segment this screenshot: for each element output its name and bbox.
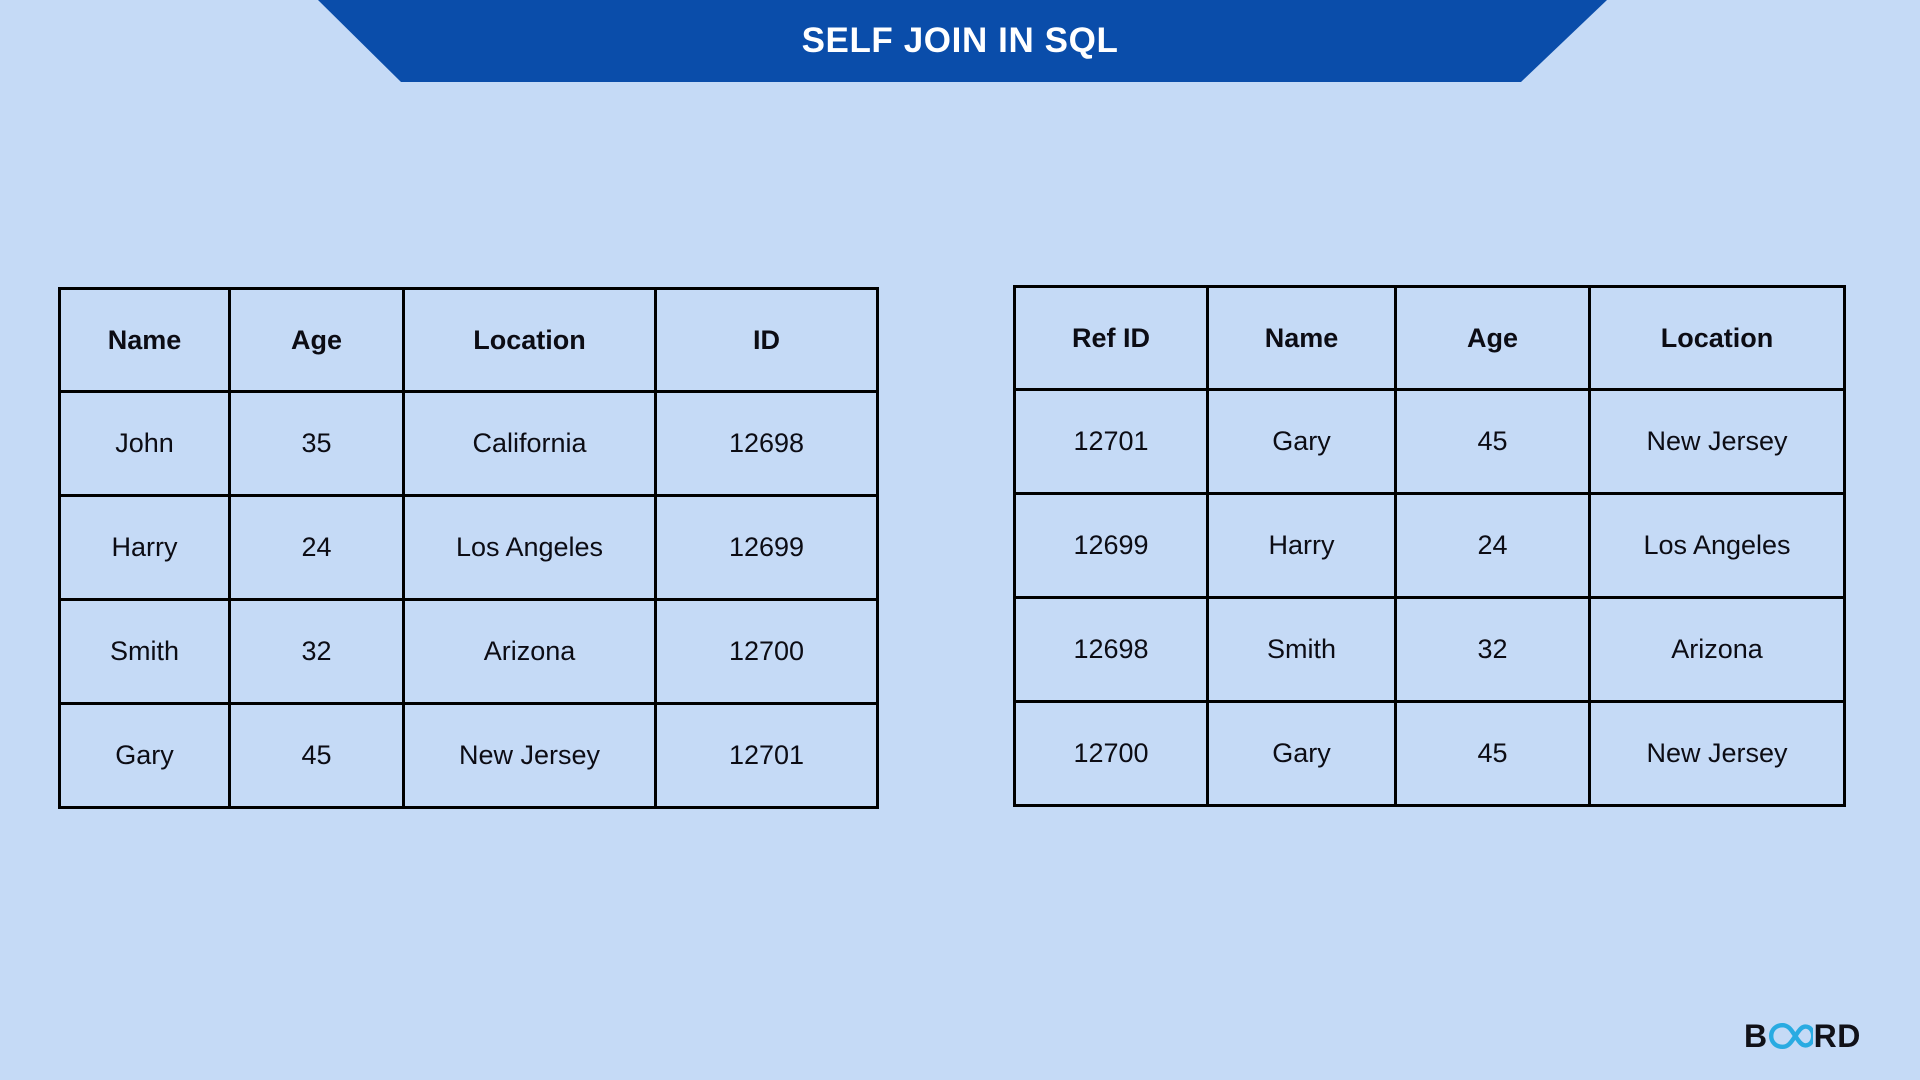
page-title: SELF JOIN IN SQL <box>801 21 1119 60</box>
table-row: John 35 California 12698 <box>58 390 879 497</box>
table-row: Gary 45 New Jersey 12701 <box>58 702 879 809</box>
cell-id: 12700 <box>654 598 879 705</box>
header-banner: SELF JOIN IN SQL <box>0 0 1920 82</box>
cell-age: 24 <box>1394 492 1591 599</box>
table-row: Smith 32 Arizona 12700 <box>58 598 879 705</box>
column-header-location: Location <box>402 287 657 393</box>
cell-location: Los Angeles <box>402 494 657 601</box>
column-header-location: Location <box>1588 285 1846 391</box>
cell-age: 32 <box>228 598 405 705</box>
cell-age: 35 <box>228 390 405 497</box>
board-logo: B RD <box>1744 1016 1861 1056</box>
cell-name: Smith <box>58 598 231 705</box>
column-header-ref-id: Ref ID <box>1013 285 1209 391</box>
cell-ref-id: 12698 <box>1013 596 1209 703</box>
column-header-id: ID <box>654 287 879 393</box>
cell-ref-id: 12701 <box>1013 388 1209 495</box>
cell-location: Arizona <box>402 598 657 705</box>
table-header-row: Name Age Location ID <box>58 287 879 393</box>
reference-table: Ref ID Name Age Location 12701 Gary 45 N… <box>1013 285 1846 807</box>
logo-prefix-text: B <box>1744 1018 1768 1054</box>
cell-name: John <box>58 390 231 497</box>
cell-age: 45 <box>1394 388 1591 495</box>
cell-name: Harry <box>1206 492 1397 599</box>
employee-table: Name Age Location ID John 35 California … <box>58 287 879 809</box>
page-canvas: SELF JOIN IN SQL Name Age Location ID Jo… <box>0 0 1920 1080</box>
cell-name: Gary <box>1206 388 1397 495</box>
cell-name: Gary <box>1206 700 1397 807</box>
cell-location: New Jersey <box>1588 700 1846 807</box>
column-header-name: Name <box>1206 285 1397 391</box>
cell-id: 12698 <box>654 390 879 497</box>
table-row: 12698 Smith 32 Arizona <box>1013 596 1846 703</box>
column-header-age: Age <box>1394 285 1591 391</box>
cell-location: New Jersey <box>402 702 657 809</box>
cell-ref-id: 12699 <box>1013 492 1209 599</box>
infinity-icon <box>1768 1021 1813 1051</box>
cell-id: 12701 <box>654 702 879 809</box>
column-header-age: Age <box>228 287 405 393</box>
cell-name: Smith <box>1206 596 1397 703</box>
cell-location: Los Angeles <box>1588 492 1846 599</box>
cell-ref-id: 12700 <box>1013 700 1209 807</box>
cell-name: Gary <box>58 702 231 809</box>
column-header-name: Name <box>58 287 231 393</box>
cell-age: 45 <box>228 702 405 809</box>
cell-location: Arizona <box>1588 596 1846 703</box>
cell-age: 45 <box>1394 700 1591 807</box>
cell-age: 24 <box>228 494 405 601</box>
table-row: 12699 Harry 24 Los Angeles <box>1013 492 1846 599</box>
cell-location: California <box>402 390 657 497</box>
logo-suffix-text: RD <box>1813 1018 1861 1054</box>
table-header-row: Ref ID Name Age Location <box>1013 285 1846 391</box>
cell-id: 12699 <box>654 494 879 601</box>
table-row: 12701 Gary 45 New Jersey <box>1013 388 1846 495</box>
table-row: Harry 24 Los Angeles 12699 <box>58 494 879 601</box>
cell-name: Harry <box>58 494 231 601</box>
table-row: 12700 Gary 45 New Jersey <box>1013 700 1846 807</box>
cell-age: 32 <box>1394 596 1591 703</box>
cell-location: New Jersey <box>1588 388 1846 495</box>
